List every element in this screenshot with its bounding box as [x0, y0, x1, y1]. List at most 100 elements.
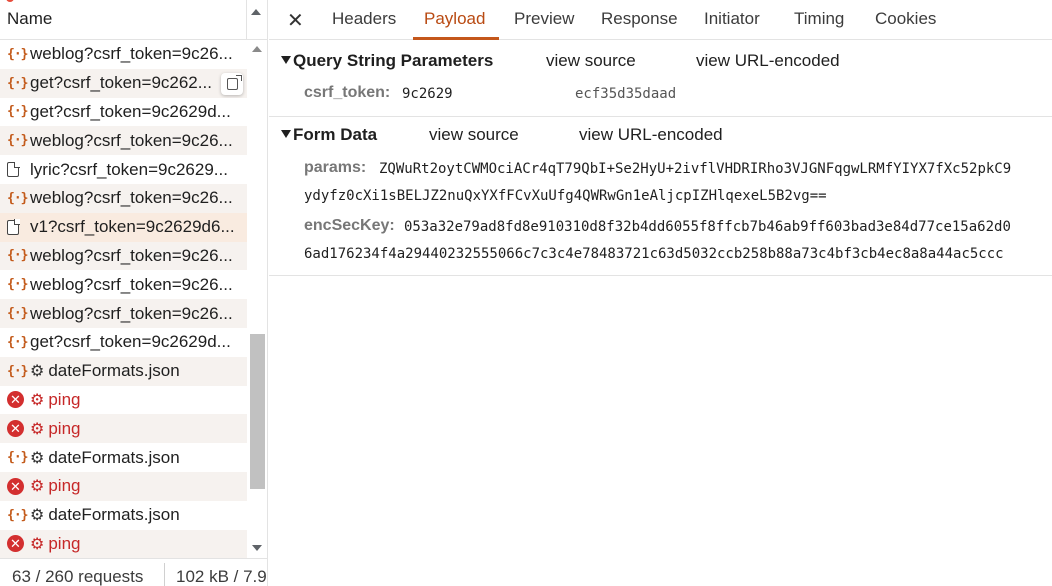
request-row[interactable]: ✕ ⚙ ping [0, 529, 247, 559]
fetch-braces-icon: {·} [7, 104, 29, 120]
request-name: weblog?csrf_token=9c26... [30, 130, 233, 150]
copy-icon[interactable] [221, 72, 243, 95]
close-icon[interactable]: ✕ [287, 8, 304, 33]
error-icon: ✕ [0, 535, 30, 553]
service-worker-gear-icon: ⚙ [30, 478, 45, 496]
request-name: dateFormats.json [48, 505, 180, 525]
request-name: weblog?csrf_token=9c26... [30, 274, 233, 294]
request-row[interactable]: {·} get?csrf_token=9c2629d... [0, 98, 247, 127]
request-row[interactable]: {·} ⚙ dateFormats.json [0, 501, 247, 530]
request-name: weblog?csrf_token=9c26... [30, 245, 233, 265]
document-icon [0, 219, 30, 235]
tab-timing[interactable]: Timing [794, 9, 844, 29]
request-row[interactable]: ✕ ⚙ ping [0, 386, 247, 415]
fetch-braces-icon: {·} [7, 75, 29, 91]
fetch-braces-icon: {·} [7, 277, 29, 293]
sort-arrow-icon[interactable] [251, 9, 261, 15]
query-view-source-link[interactable]: view source [546, 51, 636, 71]
request-name: dateFormats.json [48, 361, 180, 381]
redacted-region-2 [557, 82, 575, 102]
request-row[interactable]: ✕ ⚙ ping [0, 471, 247, 501]
service-worker-gear-icon: ⚙ [30, 363, 45, 381]
active-tab-underline [413, 37, 499, 40]
request-name: weblog?csrf_token=9c26... [30, 303, 233, 323]
query-section-title[interactable]: Query String Parameters [293, 51, 493, 71]
param-value-csrf-token: 9c2629 [402, 86, 453, 102]
requests-panel: Name {·} weblog?csrf_token=9c26... {·} get?… [0, 0, 268, 586]
service-worker-gear-icon: ⚙ [30, 449, 45, 467]
request-row[interactable]: {·} weblog?csrf_token=9c26... [0, 241, 247, 271]
tab-initiator[interactable]: Initiator [704, 9, 760, 29]
recording-dot-icon [6, 0, 14, 2]
details-panel: ✕ Headers Payload Preview Response Initi… [269, 0, 1052, 586]
details-tabbar: ✕ Headers Payload Preview Response Initi… [269, 0, 1052, 40]
fetch-braces-icon: {·} [7, 334, 29, 350]
scrollbar-thumb[interactable] [250, 334, 265, 489]
scroll-down-arrow-icon[interactable] [252, 545, 262, 551]
fetch-braces-icon: {·} [7, 363, 29, 379]
param-value-encseckey-line1: 053a32e79ad8fd8e910310d8f32b4dd6055f8ffc… [404, 219, 1011, 235]
param-key-encseckey: encSecKey: [304, 217, 395, 234]
fetch-braces-icon: {·} [7, 450, 29, 466]
request-name: ping [48, 476, 81, 496]
service-worker-gear-icon: ⚙ [30, 391, 45, 409]
service-worker-gear-icon: ⚙ [30, 420, 45, 438]
collapse-triangle-icon[interactable] [281, 56, 291, 64]
tab-preview[interactable]: Preview [514, 9, 574, 29]
service-worker-gear-icon: ⚙ [30, 507, 45, 525]
param-value-params-line2: ydyfz0cXi1sBELJZ2nuQxYXfFCvXuUfg4QWRwGn1… [304, 188, 827, 204]
service-worker-gear-icon: ⚙ [30, 535, 45, 553]
param-value-csrf-token-tail: ecf35d35daad [575, 86, 677, 102]
request-name: get?csrf_token=9c2629d... [30, 332, 231, 352]
tab-payload[interactable]: Payload [424, 9, 485, 29]
request-row[interactable]: {·} weblog?csrf_token=9c26... [0, 299, 247, 328]
request-row[interactable]: ✕ ⚙ ping [0, 414, 247, 444]
status-divider [164, 563, 165, 586]
requests-header: Name [0, 0, 267, 40]
collapse-triangle-icon[interactable] [281, 130, 291, 138]
tab-response[interactable]: Response [601, 9, 678, 29]
fetch-braces-icon: {·} [7, 46, 29, 62]
request-count: 63 / 260 requests [12, 567, 144, 586]
document-icon [0, 161, 30, 178]
param-key-params: params: [304, 159, 367, 176]
request-list: {·} weblog?csrf_token=9c26... {·} get?csrf_… [0, 40, 247, 559]
column-divider[interactable] [246, 0, 247, 40]
form-view-source-link[interactable]: view source [429, 125, 519, 145]
request-row[interactable]: v1?csrf_token=9c2629d6... [0, 212, 247, 242]
request-row[interactable]: {·} ⚙ dateFormats.json [0, 443, 247, 472]
section-divider [269, 116, 1052, 117]
tab-cookies[interactable]: Cookies [875, 9, 936, 29]
form-data-section: Form Data view source view URL-encoded [269, 124, 1052, 154]
error-icon: ✕ [0, 477, 30, 495]
scroll-up-arrow-icon[interactable] [252, 46, 262, 52]
fetch-braces-icon: {·} [7, 248, 29, 264]
request-name: get?csrf_token=9c2629d... [30, 101, 231, 121]
param-value-encseckey-line2: 6ad176234f4a29440232555066c7c3c4e7848372… [304, 246, 1004, 262]
fetch-braces-icon: {·} [7, 507, 29, 523]
request-name: v1?csrf_token=9c2629d6... [30, 217, 235, 237]
error-icon: ✕ [0, 420, 30, 438]
request-row[interactable]: {·} weblog?csrf_token=9c26... [0, 40, 247, 69]
form-section-title[interactable]: Form Data [293, 125, 377, 145]
request-name: ping [48, 533, 81, 553]
request-row[interactable]: {·} ⚙ dateFormats.json [0, 356, 247, 386]
request-row[interactable]: lyric?csrf_token=9c2629... [0, 155, 247, 184]
request-row[interactable]: {·} get?csrf_token=9c2629d... [0, 328, 247, 357]
fetch-braces-icon: {·} [7, 306, 29, 322]
request-row[interactable]: {·} get?csrf_token=9c262... [0, 68, 247, 98]
request-row[interactable]: {·} weblog?csrf_token=9c26... [0, 126, 247, 156]
request-name: get?csrf_token=9c262... [30, 73, 212, 93]
form-view-url-encoded-link[interactable]: view URL-encoded [579, 125, 723, 145]
request-row[interactable]: {·} weblog?csrf_token=9c26... [0, 183, 247, 213]
tab-headers[interactable]: Headers [332, 9, 396, 29]
query-view-url-encoded-link[interactable]: view URL-encoded [696, 51, 840, 71]
request-name: lyric?csrf_token=9c2629... [30, 159, 228, 179]
status-bar: 63 / 260 requests 102 kB / 7.9 [0, 558, 267, 586]
request-row[interactable]: {·} weblog?csrf_token=9c26... [0, 270, 247, 299]
param-key-csrf-token: csrf_token: [304, 84, 391, 101]
request-list-scrollbar[interactable] [247, 40, 267, 558]
section-divider [269, 275, 1052, 276]
name-column-header[interactable]: Name [7, 9, 52, 29]
request-name: ping [48, 418, 81, 438]
